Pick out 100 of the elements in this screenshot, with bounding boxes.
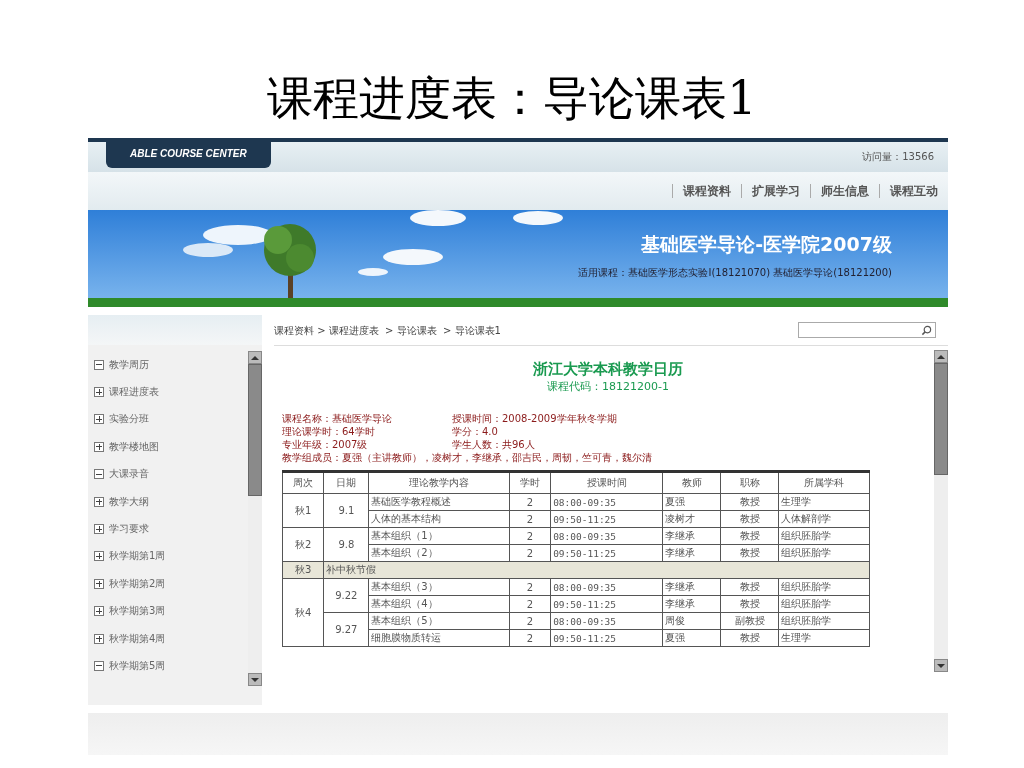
table-cell: 组织胚胎学 xyxy=(778,612,870,630)
sidebar-item[interactable]: 秋学期第5周 xyxy=(109,659,166,673)
scroll-up-icon[interactable] xyxy=(934,350,948,363)
table-cell: 2 xyxy=(509,510,551,528)
table-cell: 教授 xyxy=(720,493,779,511)
table-cell: 09:50-11:25 xyxy=(550,629,663,647)
table-cell: 教授 xyxy=(720,544,779,562)
table-cell: 组织胚胎学 xyxy=(778,595,870,613)
table-cell: 秋4 xyxy=(282,578,324,647)
nav-link[interactable]: 师生信息 xyxy=(821,182,869,200)
sidebar-item[interactable]: 教学大纲 xyxy=(109,494,149,509)
scroll-down-icon[interactable] xyxy=(934,659,948,672)
table-cell: 教授 xyxy=(720,510,779,528)
table-cell: 2 xyxy=(509,527,551,545)
nav-link[interactable]: 课程资料 xyxy=(683,182,731,200)
table-cell: 9.1 xyxy=(323,493,369,528)
table-cell: 9.22 xyxy=(323,578,369,613)
scroll-up-icon[interactable] xyxy=(248,351,262,364)
column-header: 授课时间 xyxy=(550,471,663,494)
table-cell: 09:50-11:25 xyxy=(550,544,663,562)
collapse-icon[interactable] xyxy=(94,469,104,480)
info-text: 专业年级：2007级 xyxy=(282,438,369,451)
table-cell: 9.27 xyxy=(323,612,369,647)
collapse-icon[interactable] xyxy=(94,359,104,370)
table-cell: 细胞膜物质转运 xyxy=(368,629,510,647)
table-cell: 基本组织（5） xyxy=(368,612,510,630)
table-cell: 2 xyxy=(509,629,551,647)
table-cell: 生理学 xyxy=(778,493,870,511)
course-code: 课程代码：18121200-1 xyxy=(547,379,669,394)
table-cell: 2 xyxy=(509,612,551,630)
table-cell: 基本组织（1） xyxy=(368,527,510,545)
info-text: 教学组成员：夏强（主讲教师），凌树才，李继承，邵吉民，周韧，竺可青，魏尔清 xyxy=(282,451,652,464)
sidebar-item[interactable]: 学习要求 xyxy=(109,522,149,537)
table-cell: 组织胚胎学 xyxy=(778,527,870,545)
expand-icon[interactable] xyxy=(94,633,104,644)
sidebar-item[interactable]: 大课录音 xyxy=(109,467,149,482)
info-text: 学生人数：共96人 xyxy=(452,438,535,451)
sidebar-item[interactable]: 秋学期第4周 xyxy=(109,631,166,646)
info-text: 理论课学时：64学时 xyxy=(282,425,376,438)
table-cell: 教授 xyxy=(720,578,779,596)
info-text: 课程名称：基础医学导论 xyxy=(282,412,393,425)
table-cell: 周俊 xyxy=(662,612,721,630)
table-cell: 2 xyxy=(509,578,551,596)
expand-icon[interactable] xyxy=(94,524,104,535)
table-cell: 生理学 xyxy=(778,629,870,647)
table-cell: 教授 xyxy=(720,595,779,613)
column-header: 所属学科 xyxy=(778,471,870,494)
expand-icon[interactable] xyxy=(94,606,104,617)
table-cell: 2 xyxy=(509,493,551,511)
scrollbar[interactable] xyxy=(248,351,262,686)
search-icon[interactable] xyxy=(921,324,932,336)
table-cell: 秋2 xyxy=(282,527,324,562)
table-cell: 基本组织（3） xyxy=(368,578,510,596)
column-header: 教师 xyxy=(662,471,721,494)
table-cell: 08:00-09:35 xyxy=(550,612,663,630)
table-cell: 教授 xyxy=(720,527,779,545)
calendar-title: 浙江大学本科教学日历 xyxy=(533,360,683,379)
table-cell: 9.8 xyxy=(323,527,369,562)
column-header: 理论教学内容 xyxy=(368,471,510,494)
column-header: 职称 xyxy=(720,471,779,494)
sidebar-item[interactable]: 秋学期第2周 xyxy=(109,576,166,591)
info-text: 学分：4.0 xyxy=(452,425,498,438)
breadcrumb: 课程资料 > 课程进度表 > 导论课表 > 导论课表1 xyxy=(274,323,501,337)
course-subtitle: 适用课程：基础医学形态实验Ⅰ(18121070) 基础医学导论(18121200) xyxy=(578,266,892,279)
sidebar-item[interactable]: 实验分班 xyxy=(109,412,149,427)
table-cell: 李继承 xyxy=(662,595,721,613)
expand-icon[interactable] xyxy=(94,387,104,398)
table-cell: 08:00-09:35 xyxy=(550,493,663,511)
table-cell: 李继承 xyxy=(662,527,721,545)
expand-icon[interactable] xyxy=(94,441,104,452)
sidebar-item[interactable]: 秋学期第3周 xyxy=(109,604,166,619)
table-cell: 组织胚胎学 xyxy=(778,544,870,562)
scrollbar[interactable] xyxy=(934,350,948,672)
sidebar-item[interactable]: 秋学期第1周 xyxy=(109,549,166,564)
table-cell: 组织胚胎学 xyxy=(778,578,870,596)
sidebar-item[interactable]: 教学楼地图 xyxy=(109,439,159,454)
course-title: 基础医学导论-医学院2007级 xyxy=(640,232,892,257)
brand-tab[interactable]: ABLE COURSE CENTER xyxy=(106,142,271,168)
expand-icon[interactable] xyxy=(94,496,104,507)
collapse-icon[interactable] xyxy=(94,661,104,671)
sidebar-item[interactable]: 课程进度表 xyxy=(109,385,159,400)
table-cell: 08:00-09:35 xyxy=(550,578,663,596)
expand-icon[interactable] xyxy=(94,414,104,425)
table-cell: 副教授 xyxy=(720,612,779,630)
nav-link[interactable]: 扩展学习 xyxy=(752,182,800,200)
column-header: 学时 xyxy=(509,471,551,494)
scroll-down-icon[interactable] xyxy=(248,673,262,686)
expand-icon[interactable] xyxy=(94,551,104,562)
slide-title: 课程进度表：导论课表1 xyxy=(267,70,757,127)
nav-link[interactable]: 课程互动 xyxy=(890,182,938,200)
table-cell: 李继承 xyxy=(662,544,721,562)
table-cell: 基本组织（2） xyxy=(368,544,510,562)
table-cell: 08:00-09:35 xyxy=(550,527,663,545)
table-cell: 2 xyxy=(509,544,551,562)
sidebar-item[interactable]: 教学周历 xyxy=(109,357,149,372)
expand-icon[interactable] xyxy=(94,578,104,589)
search-field[interactable] xyxy=(798,322,936,338)
table-cell: 凌树才 xyxy=(662,510,721,528)
table-cell: 09:50-11:25 xyxy=(550,510,663,528)
table-cell: 基本组织（4） xyxy=(368,595,510,613)
